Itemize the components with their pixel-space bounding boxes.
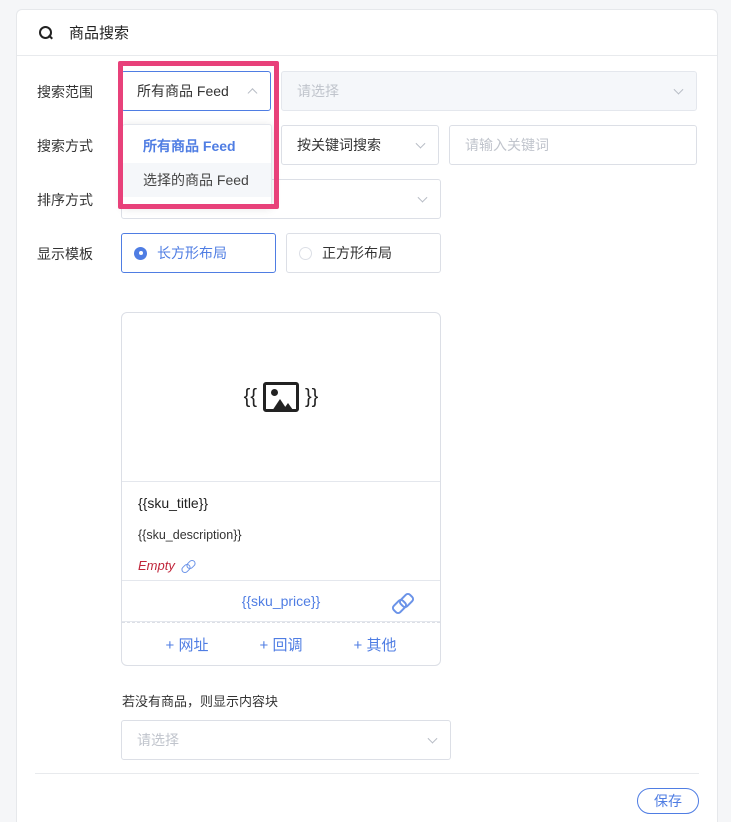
search-scope-select[interactable]: 所有商品 Feed <box>121 71 271 111</box>
fallback-content-select[interactable]: 请选择 <box>121 720 451 760</box>
feed-select[interactable]: 请选择 <box>281 71 697 111</box>
chevron-down-icon <box>673 84 684 95</box>
sort-label: 排序方式 <box>37 192 93 208</box>
sku-price: {{sku_price}} <box>241 593 321 609</box>
search-method-select[interactable]: 按关键词搜索 <box>281 125 439 165</box>
sku-description[interactable]: {{sku_description}} <box>138 528 242 542</box>
image-icon <box>263 382 299 412</box>
chevron-down-icon <box>415 138 426 149</box>
product-search-panel: 商品搜索 搜索范围 所有商品 Feed 请选择 搜索方式 按关键词搜索 排序方式… <box>16 9 718 822</box>
dropdown-option-selected-feed[interactable]: 选择的商品 Feed <box>123 163 271 197</box>
image-brace-close: }} <box>305 385 319 408</box>
card-image-placeholder[interactable]: {{ }} <box>122 313 440 482</box>
empty-label: Empty <box>138 558 175 573</box>
fallback-placeholder: 请选择 <box>137 732 179 748</box>
footer-divider <box>35 773 699 774</box>
link-icon[interactable] <box>392 592 412 612</box>
fallback-label: 若没有商品，则显示内容块 <box>122 694 279 709</box>
image-brace-open: {{ <box>243 385 257 408</box>
panel-title: 商品搜索 <box>69 25 130 42</box>
empty-link-row[interactable]: Empty <box>138 558 195 573</box>
radio-unchecked-icon <box>299 246 312 260</box>
search-method-value: 按关键词搜索 <box>297 137 381 153</box>
radio-checked-icon <box>134 246 147 260</box>
radio-rect-label: 长方形布局 <box>157 245 227 261</box>
save-button[interactable]: 保存 <box>637 788 699 814</box>
feed-select-placeholder: 请选择 <box>297 83 339 99</box>
sku-title[interactable]: {{sku_title}} <box>138 495 208 511</box>
search-scope-dropdown: 所有商品 Feed 选择的商品 Feed <box>122 124 272 206</box>
product-card-preview: {{ }} {{sku_title}} {{sku_description}} … <box>121 312 441 666</box>
chevron-down-icon <box>427 733 438 744</box>
radio-square-layout[interactable]: 正方形布局 <box>286 233 441 273</box>
chevron-down-icon <box>417 192 428 203</box>
add-url-button[interactable]: + 网址 <box>166 634 209 655</box>
template-label: 显示模板 <box>37 246 93 262</box>
sku-price-row[interactable]: {{sku_price}} <box>122 580 440 622</box>
search-scope-label: 搜索范围 <box>37 84 93 100</box>
dropdown-option-all-feed[interactable]: 所有商品 Feed <box>123 129 271 163</box>
search-icon <box>39 25 53 40</box>
radio-square-label: 正方形布局 <box>322 245 392 261</box>
panel-header: 商品搜索 <box>17 10 717 56</box>
keyword-input[interactable] <box>449 125 697 165</box>
card-actions: + 网址 + 回调 + 其他 <box>122 622 440 665</box>
chevron-up-icon <box>247 88 258 99</box>
search-method-label: 搜索方式 <box>37 138 93 154</box>
link-icon[interactable] <box>181 559 195 573</box>
search-scope-value: 所有商品 Feed <box>137 83 229 99</box>
radio-rect-layout[interactable]: 长方形布局 <box>121 233 276 273</box>
add-other-button[interactable]: + 其他 <box>354 634 397 655</box>
add-callback-button[interactable]: + 回调 <box>260 634 303 655</box>
